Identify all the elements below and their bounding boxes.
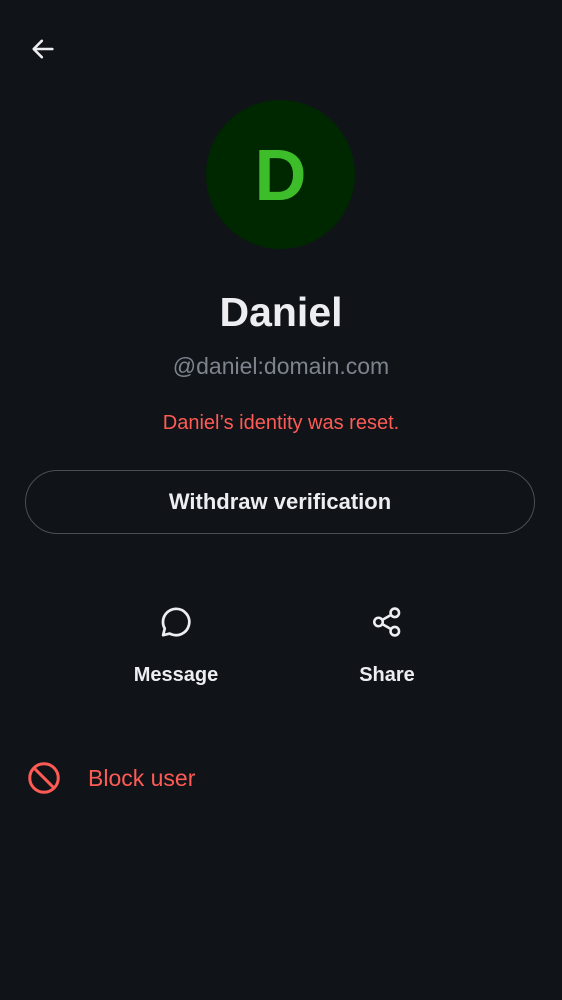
message-label: Message <box>133 664 219 686</box>
chat-bubble-icon <box>152 598 200 646</box>
back-button[interactable] <box>22 30 64 72</box>
message-action[interactable]: Message <box>111 598 241 698</box>
block-user-button[interactable]: Block user <box>24 752 538 804</box>
share-icon <box>363 598 411 646</box>
identity-reset-warning: Daniel’s identity was reset. <box>162 412 400 434</box>
user-id: @daniel:domain.com <box>172 353 390 379</box>
share-action[interactable]: Share <box>322 598 452 698</box>
avatar-initial: D <box>254 135 307 216</box>
block-icon <box>24 758 64 798</box>
block-user-label: Block user <box>88 764 196 791</box>
avatar: D <box>206 100 355 249</box>
share-label: Share <box>359 664 415 686</box>
display-name: Daniel <box>219 289 343 335</box>
arrow-left-icon <box>29 35 57 68</box>
withdraw-verification-button[interactable]: Withdraw verification <box>25 470 535 534</box>
